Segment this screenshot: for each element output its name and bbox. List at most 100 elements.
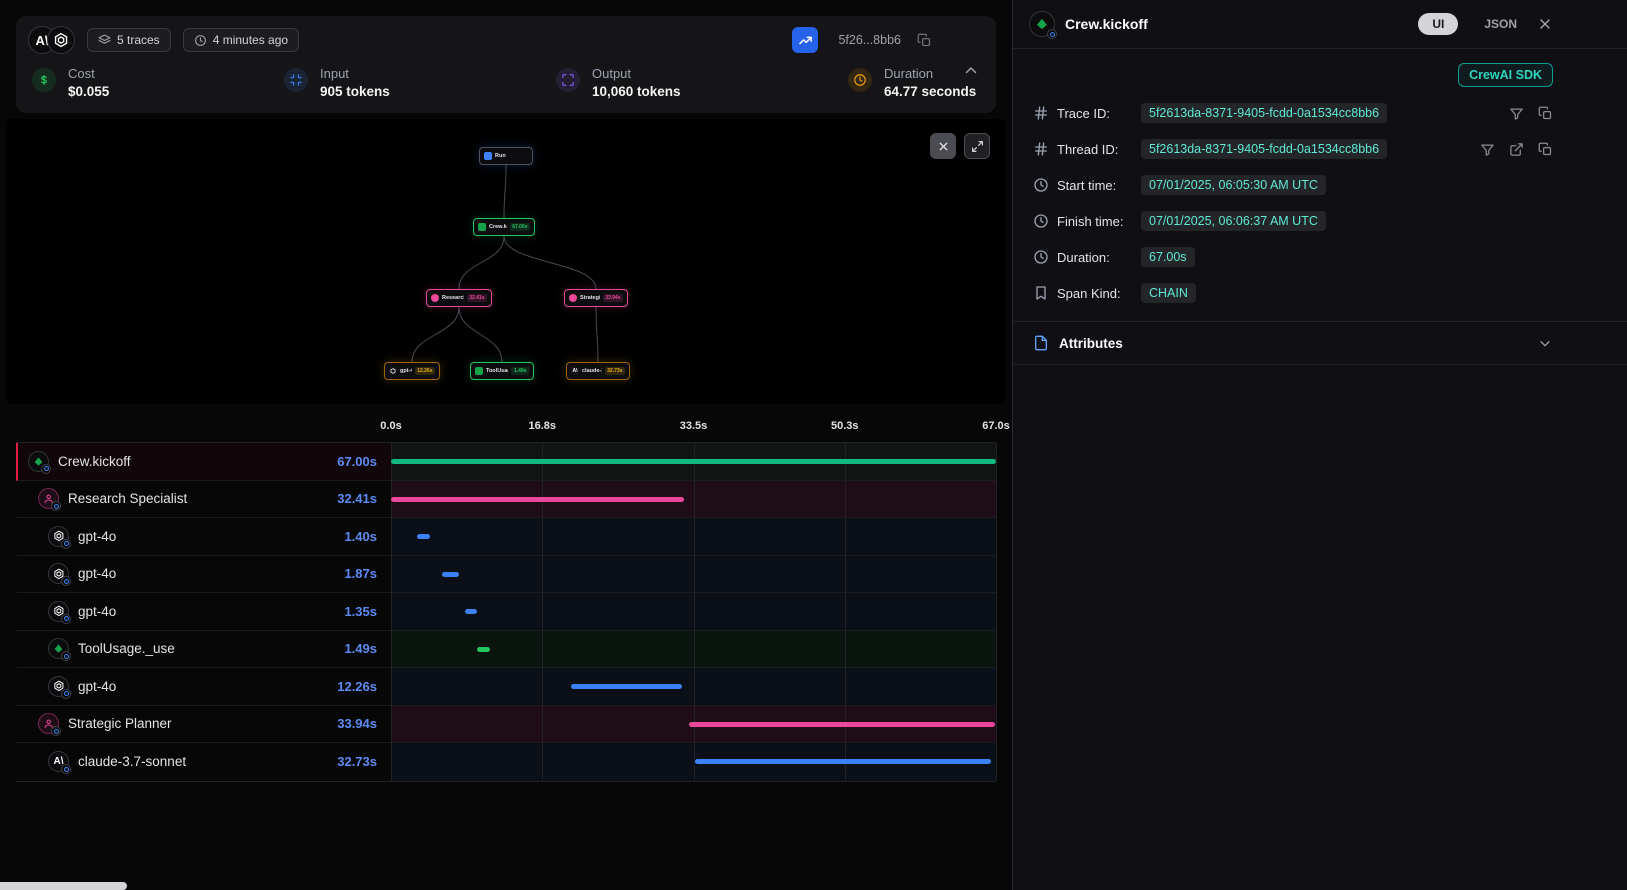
field-value: 07/01/2025, 06:05:30 AM UTC xyxy=(1141,175,1326,195)
copy-icon[interactable] xyxy=(1538,106,1553,121)
filter-icon[interactable] xyxy=(1480,142,1495,157)
node-label: ToolUsage._use xyxy=(486,368,508,374)
row-name-cell: gpt-4o1.35s xyxy=(18,593,391,630)
row-track xyxy=(391,556,996,593)
tab-json[interactable]: JSON xyxy=(1484,17,1517,31)
dollar-icon xyxy=(32,68,56,92)
copy-trace-id-icon[interactable] xyxy=(917,33,932,48)
agentops-badge-icon xyxy=(61,539,71,549)
graph-node-claude[interactable]: A\claude-3.7-sonnet32.73s xyxy=(566,362,630,380)
graph-node-research[interactable]: Research Specialist32.41s xyxy=(426,289,492,307)
trace-header-card: A\ 5 traces 4 minutes ago 5f26...8bb6 xyxy=(16,16,996,113)
duration-bar[interactable] xyxy=(695,759,990,764)
field-trace-id: Trace ID:5f2613da-8371-9405-fcdd-0a1534c… xyxy=(1013,95,1627,131)
timeline-row-claude-3-7-sonnet[interactable]: A\claude-3.7-sonnet32.73s xyxy=(16,743,996,781)
agentops-badge-icon xyxy=(1047,29,1057,39)
duration-bar[interactable] xyxy=(417,534,430,539)
row-name-cell: Crew.kickoff 67.00s xyxy=(18,443,391,480)
time-axis: 0.0s16.8s33.5s50.3s67.0s xyxy=(16,416,996,442)
graph-node-gpt4o[interactable]: gpt-4o12.26s xyxy=(384,362,440,380)
axis-tick: 50.3s xyxy=(831,420,859,432)
agent-icon xyxy=(569,294,577,302)
file-attributes-icon xyxy=(1033,335,1049,351)
row-duration: 1.35s xyxy=(344,604,391,619)
row-name-cell: gpt-4o1.40s xyxy=(18,518,391,555)
timeline-row-gpt-4o[interactable]: gpt-4o1.35s xyxy=(16,593,996,631)
field-actions xyxy=(1509,106,1553,121)
chevron-down-icon[interactable] xyxy=(1537,335,1553,351)
collapse-metrics-button[interactable] xyxy=(962,62,980,80)
row-track xyxy=(391,593,996,630)
graph-node-tool[interactable]: ToolUsage._use1.49s xyxy=(470,362,534,380)
field-duration: Duration:67.00s xyxy=(1013,239,1627,275)
row-duration: 1.40s xyxy=(344,529,391,544)
trace-age-badge[interactable]: 4 minutes ago xyxy=(183,28,299,52)
attributes-section-toggle[interactable]: Attributes xyxy=(1013,321,1627,365)
row-duration: 32.73s xyxy=(337,754,391,769)
timeline-row-gpt-4o[interactable]: gpt-4o1.87s xyxy=(16,556,996,594)
close-panel-button[interactable] xyxy=(1537,16,1553,32)
tokens-out-icon xyxy=(556,68,580,92)
metric-cost: Cost$0.055 xyxy=(32,66,284,99)
axis-tick: 67.0s xyxy=(982,420,1010,432)
graph-node-run[interactable]: Run xyxy=(479,147,533,165)
span-detail-panel: Crew.kickoff UI JSON CrewAI SDK Trace ID… xyxy=(1013,0,1627,890)
graph-node-crew[interactable]: Crew.kickoff67.00s xyxy=(473,218,535,236)
duration-bar[interactable] xyxy=(477,647,490,652)
axis-tick: 33.5s xyxy=(680,420,708,432)
copy-icon[interactable] xyxy=(1538,142,1553,157)
close-graph-button[interactable] xyxy=(930,133,956,159)
row-name-cell: gpt-4o1.87s xyxy=(18,556,391,593)
row-track xyxy=(391,668,996,705)
trace-metrics-button[interactable] xyxy=(792,27,818,53)
row-track xyxy=(391,706,996,743)
row-track xyxy=(391,631,996,668)
close-icon xyxy=(937,140,950,153)
row-name-cell: gpt-4o12.26s xyxy=(18,668,391,705)
detail-panel-header: Crew.kickoff UI JSON xyxy=(1013,0,1627,49)
attributes-label: Attributes xyxy=(1059,336,1123,351)
duration-bar[interactable] xyxy=(391,497,684,502)
row-duration: 67.00s xyxy=(337,454,391,469)
close-icon xyxy=(1537,16,1553,32)
metric-value: 10,060 tokens xyxy=(592,84,681,99)
agentops-badge-icon xyxy=(51,726,61,736)
traces-count-badge[interactable]: 5 traces xyxy=(87,28,171,52)
horizontal-scrollbar[interactable] xyxy=(0,882,127,890)
anthropic-icon: A\ xyxy=(571,367,579,375)
agentops-badge-icon xyxy=(61,689,71,699)
tab-ui[interactable]: UI xyxy=(1418,13,1458,35)
timeline-row-gpt-4o[interactable]: gpt-4o12.26s xyxy=(16,668,996,706)
agentops-badge-icon xyxy=(61,576,71,586)
timeline-row-strategic-planner[interactable]: Strategic Planner33.94s xyxy=(16,706,996,744)
timeline-row-gpt-4o[interactable]: gpt-4o1.40s xyxy=(16,518,996,556)
graph-node-strategic[interactable]: Strategic Planner33.94s xyxy=(564,289,628,307)
row-track xyxy=(391,443,996,480)
tokens-in-icon xyxy=(284,68,308,92)
duration-bar[interactable] xyxy=(391,459,996,464)
field-actions xyxy=(1480,142,1553,157)
clock-icon xyxy=(1033,213,1049,229)
metric-value: $0.055 xyxy=(68,84,109,99)
external-icon[interactable] xyxy=(1509,142,1524,157)
timeline-row-crew-kickoff[interactable]: Crew.kickoff 67.00s xyxy=(16,443,996,481)
expand-graph-button[interactable] xyxy=(964,133,990,159)
duration-bar[interactable] xyxy=(442,572,459,577)
timeline-row-research-specialist[interactable]: Research Specialist32.41s xyxy=(16,481,996,519)
duration-bar[interactable] xyxy=(571,684,682,689)
duration-bar[interactable] xyxy=(465,609,477,614)
timeline-row-toolusage-use[interactable]: ToolUsage._use1.49s xyxy=(16,631,996,669)
agent-icon xyxy=(38,713,59,734)
crew-icon xyxy=(1029,11,1055,37)
row-label: Crew.kickoff xyxy=(58,454,131,469)
traces-count-label: 5 traces xyxy=(117,33,160,47)
row-duration: 1.49s xyxy=(344,641,391,656)
clock-icon xyxy=(848,68,872,92)
row-name-cell: A\claude-3.7-sonnet32.73s xyxy=(18,743,391,781)
duration-bar[interactable] xyxy=(689,722,996,727)
agentops-badge-icon xyxy=(61,614,71,624)
filter-icon[interactable] xyxy=(1509,106,1524,121)
agent-icon xyxy=(431,294,439,302)
axis-tick: 16.8s xyxy=(528,420,556,432)
span-waterfall: 0.0s16.8s33.5s50.3s67.0s Crew.kickoff67.… xyxy=(16,416,996,782)
